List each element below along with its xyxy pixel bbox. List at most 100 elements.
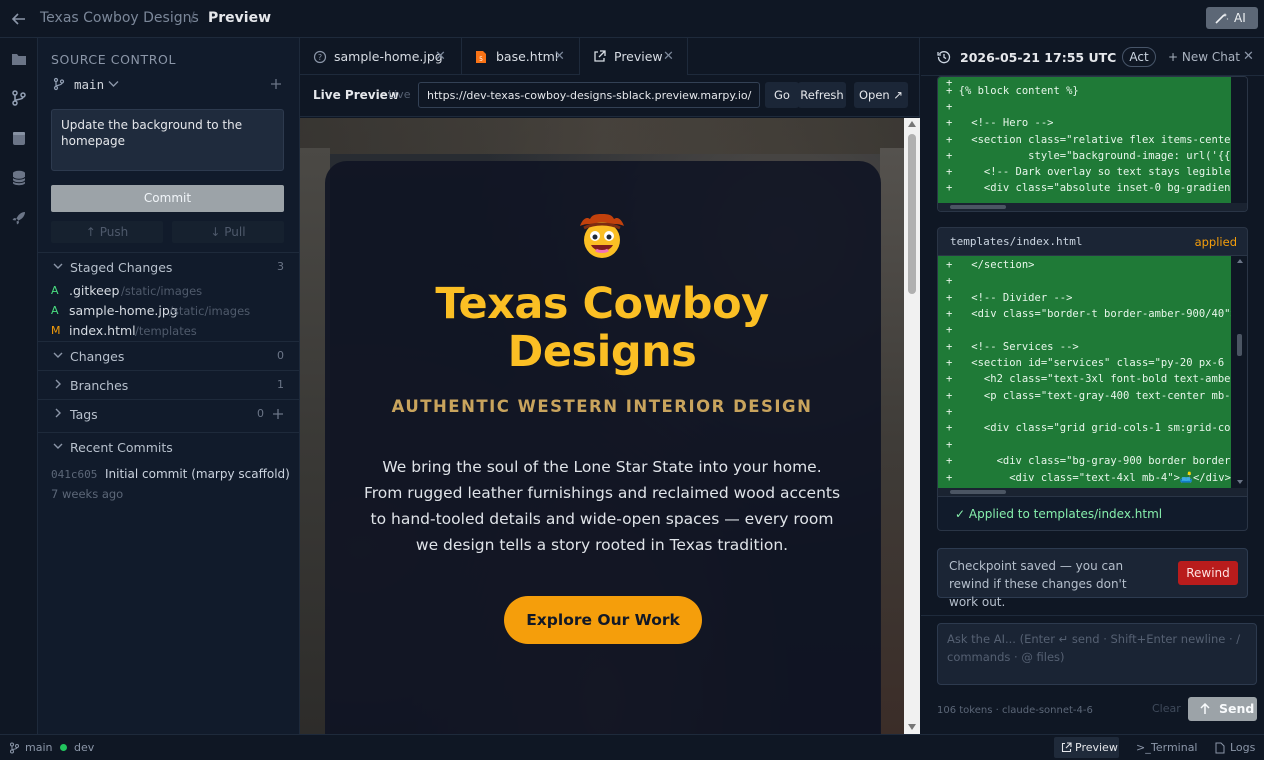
code-line: + <!-- Hero --> bbox=[946, 117, 1054, 129]
code-diff-lines: + </section> + + <!-- Divider --> + <div… bbox=[938, 256, 1231, 488]
close-icon[interactable]: ✕ bbox=[1243, 49, 1254, 64]
code-line: + bbox=[946, 439, 953, 451]
preview-toolbar: Live Preview Live https://dev-texas-cowb… bbox=[300, 76, 920, 117]
chevron-down-icon[interactable] bbox=[108, 80, 119, 88]
code-horizontal-scrollbar[interactable] bbox=[938, 203, 1247, 211]
chevron-down-icon bbox=[53, 443, 63, 449]
chevron-down-icon bbox=[53, 263, 63, 269]
database-stack-icon[interactable] bbox=[10, 169, 28, 187]
code-line: + bbox=[946, 324, 953, 336]
commit-button[interactable]: Commit bbox=[51, 185, 284, 212]
code-horizontal-scrollbar[interactable] bbox=[938, 488, 1247, 496]
code-scrollbar[interactable] bbox=[1231, 256, 1247, 488]
file-name: index.html bbox=[69, 323, 136, 338]
chat-input[interactable]: Ask the AI... (Enter ↵ send · Shift+Ente… bbox=[937, 623, 1257, 685]
scroll-up-icon[interactable] bbox=[908, 121, 916, 127]
terminal-button[interactable]: Terminal bbox=[1151, 741, 1198, 754]
pull-button[interactable]: ↓ Pull bbox=[172, 221, 284, 243]
preview-scrollbar[interactable] bbox=[904, 118, 920, 734]
tab-base-html[interactable]: 5 base.html ✕ bbox=[462, 38, 580, 75]
code-line: + <!-- Services --> bbox=[946, 341, 1079, 353]
git-branch-icon[interactable] bbox=[10, 89, 28, 107]
external-link-icon bbox=[1061, 742, 1072, 753]
svg-text:5: 5 bbox=[479, 56, 483, 63]
scrollbar-thumb[interactable] bbox=[1237, 334, 1242, 356]
code-line: + <section class="relative flex items-ce… bbox=[946, 134, 1231, 146]
close-icon[interactable]: ✕ bbox=[554, 49, 565, 64]
list-item[interactable]: A sample-home.jpg /static/images bbox=[38, 301, 300, 321]
recent-commits-header[interactable]: Recent Commits bbox=[38, 432, 300, 461]
close-icon[interactable]: ✕ bbox=[663, 49, 674, 64]
chevron-down-icon bbox=[53, 352, 63, 358]
preview-label: Preview bbox=[1075, 741, 1118, 754]
file-name[interactable]: templates/index.html bbox=[950, 235, 1082, 248]
refresh-button[interactable]: Refresh bbox=[798, 82, 846, 108]
scroll-down-icon[interactable] bbox=[1237, 480, 1243, 484]
open-button[interactable]: Open ↗ bbox=[854, 82, 908, 108]
plus-icon[interactable] bbox=[272, 408, 284, 420]
code-line: + bbox=[946, 406, 953, 418]
terminal-icon: >_ bbox=[1136, 741, 1151, 754]
code-line: + <!-- Divider --> bbox=[946, 292, 1073, 304]
clear-button[interactable]: Clear bbox=[1152, 702, 1181, 715]
go-button[interactable]: Go bbox=[765, 82, 799, 108]
chevron-right-icon bbox=[55, 379, 61, 389]
file-name: .gitkeep bbox=[69, 283, 120, 298]
commit-message[interactable]: Initial commit (marpy scaffold) bbox=[105, 467, 290, 481]
preview-panel-button[interactable]: Preview bbox=[1054, 737, 1119, 758]
env-status-dot bbox=[60, 744, 67, 751]
scrollbar-thumb[interactable] bbox=[950, 490, 1006, 494]
status-badge: A bbox=[51, 304, 59, 317]
commit-hash[interactable]: 041c605 bbox=[51, 468, 97, 481]
scroll-down-icon[interactable] bbox=[908, 724, 916, 730]
rocket-icon[interactable] bbox=[10, 209, 28, 227]
list-item[interactable]: A .gitkeep /static/images bbox=[38, 281, 300, 301]
staged-changes-header[interactable]: Staged Changes 3 bbox=[38, 252, 300, 281]
preview-viewport: Texas Cowboy Designs AUTHENTIC WESTERN I… bbox=[300, 118, 904, 734]
back-arrow-icon[interactable] bbox=[10, 10, 28, 28]
explore-our-work-button[interactable]: Explore Our Work bbox=[504, 596, 702, 644]
database-icon[interactable] bbox=[10, 129, 28, 147]
tags-header[interactable]: Tags 0 bbox=[38, 399, 300, 428]
logs-button[interactable]: Logs bbox=[1230, 741, 1255, 754]
hero-description: We bring the soul of the Lone Star State… bbox=[363, 458, 841, 554]
send-button[interactable]: Send bbox=[1188, 697, 1257, 721]
live-badge: Live bbox=[388, 88, 411, 101]
tab-sample-home-jpg[interactable]: ? sample-home.jpg ✕ bbox=[300, 38, 462, 75]
close-icon[interactable]: ✕ bbox=[435, 49, 446, 64]
push-button[interactable]: ↑ Push bbox=[51, 221, 163, 243]
section-label: Staged Changes bbox=[70, 260, 173, 275]
commit-message-input[interactable]: Update the background to the homepage bbox=[51, 109, 284, 171]
scrollbar-thumb[interactable] bbox=[950, 205, 1006, 209]
activity-bar bbox=[0, 38, 38, 734]
code-line: + <section id="services" class="py-20 px… bbox=[946, 357, 1231, 369]
history-icon[interactable] bbox=[937, 50, 951, 64]
new-chat-button[interactable]: + New Chat bbox=[1168, 50, 1240, 64]
image-icon: ? bbox=[313, 50, 327, 64]
file-name: sample-home.jpg bbox=[69, 303, 178, 318]
status-env[interactable]: dev bbox=[74, 741, 94, 754]
status-badge: A bbox=[51, 284, 59, 297]
list-item[interactable]: M index.html /templates bbox=[38, 321, 300, 341]
url-input[interactable]: https://dev-texas-cowboy-designs-sblack.… bbox=[418, 82, 760, 108]
scroll-up-icon[interactable] bbox=[1237, 259, 1243, 263]
section-count: 3 bbox=[277, 260, 284, 273]
changes-header[interactable]: Changes 0 bbox=[38, 341, 300, 370]
section-label: Changes bbox=[70, 349, 125, 364]
branches-header[interactable]: Branches 1 bbox=[38, 370, 300, 399]
rewind-button[interactable]: Rewind bbox=[1178, 561, 1238, 585]
hero-title-line2: Designs bbox=[507, 327, 697, 377]
scrollbar-thumb[interactable] bbox=[908, 134, 916, 294]
folder-icon[interactable] bbox=[10, 50, 28, 68]
act-mode-toggle[interactable]: Act bbox=[1122, 47, 1156, 67]
ai-toggle-button[interactable]: AI bbox=[1206, 7, 1258, 29]
plus-icon[interactable] bbox=[270, 78, 282, 90]
branch-selector[interactable]: main bbox=[74, 77, 104, 92]
cowboy-emoji-icon bbox=[576, 210, 628, 262]
status-branch[interactable]: main bbox=[25, 741, 52, 754]
project-name[interactable]: Texas Cowboy Designs bbox=[40, 10, 199, 26]
code-scrollbar[interactable] bbox=[1231, 77, 1247, 203]
chevron-right-icon bbox=[55, 408, 61, 418]
tab-preview[interactable]: Preview ✕ bbox=[580, 38, 688, 75]
background-wall bbox=[880, 148, 904, 734]
